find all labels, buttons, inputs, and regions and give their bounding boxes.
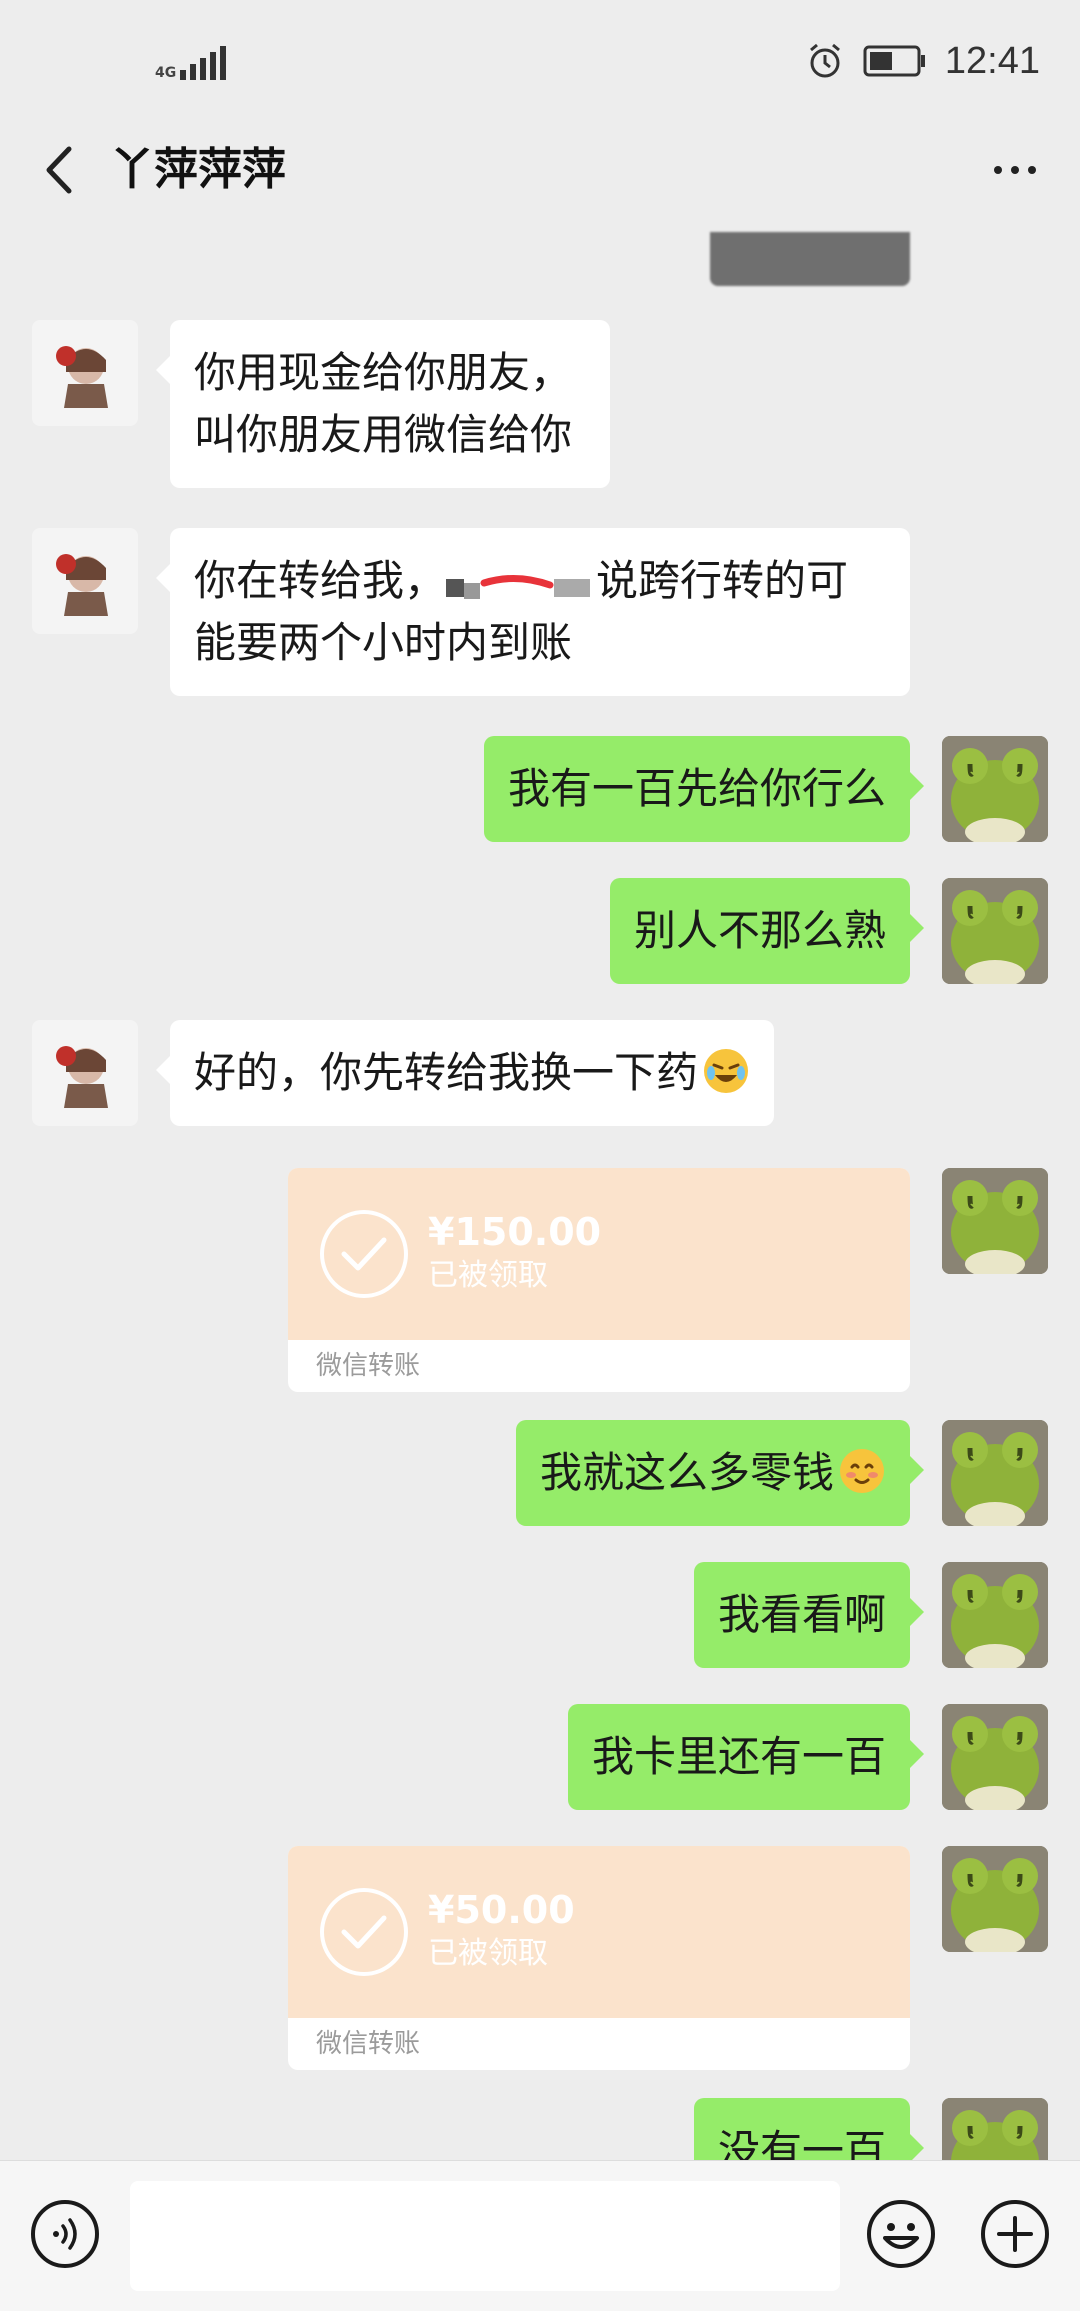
chat-title: 丫萍萍萍 bbox=[110, 144, 286, 195]
transfer-footer: 微信转账 bbox=[316, 1351, 421, 1381]
chat-message-list[interactable]: 你用现金给你朋友，叫你朋友用微信给你 你在转给我， 说跨行转的可能要两个小时内到… bbox=[0, 220, 1080, 2160]
plus-icon bbox=[981, 2200, 1049, 2268]
more-functions-button[interactable] bbox=[976, 2195, 1054, 2273]
contact-avatar[interactable] bbox=[32, 320, 138, 426]
message-text: 你在转给我， bbox=[194, 556, 447, 605]
my-avatar[interactable] bbox=[942, 878, 1048, 984]
crying-laughing-emoji bbox=[704, 1049, 749, 1093]
more-dots-icon bbox=[994, 166, 1002, 174]
transfer-footer: 微信转账 bbox=[316, 2029, 421, 2059]
status-right: 12:41 bbox=[805, 36, 1040, 86]
my-avatar[interactable] bbox=[942, 1704, 1048, 1810]
my-avatar[interactable] bbox=[942, 1168, 1048, 1274]
chat-header: 丫萍萍萍 bbox=[0, 120, 1080, 220]
transfer-card-body: ¥150.00 已被领取 bbox=[288, 1168, 910, 1340]
status-bar: 4G 12:41 bbox=[0, 0, 1080, 120]
check-circle-icon bbox=[320, 1210, 408, 1298]
message-bubble-outgoing[interactable]: 我看看啊 bbox=[693, 1562, 925, 1668]
back-button[interactable] bbox=[30, 142, 86, 198]
redacted-area bbox=[446, 564, 596, 604]
my-avatar[interactable] bbox=[942, 1562, 1048, 1668]
emoji-icon bbox=[867, 2200, 935, 2268]
network-type: 4G bbox=[155, 65, 177, 81]
contact-avatar[interactable] bbox=[32, 1020, 138, 1126]
message-bubble-outgoing[interactable]: 我卡里还有一百 bbox=[567, 1704, 925, 1810]
signal-indicator: 4G bbox=[155, 40, 227, 81]
my-avatar[interactable] bbox=[942, 1420, 1048, 1526]
message-bubble-incoming[interactable]: 你在转给我， 说跨行转的可能要两个小时内到账 bbox=[156, 528, 910, 696]
message-bubble-incoming[interactable]: 你用现金给你朋友，叫你朋友用微信给你 bbox=[156, 320, 610, 488]
message-text: 好的，你先转给我换一下药 bbox=[194, 1048, 699, 1097]
my-avatar[interactable] bbox=[942, 2098, 1048, 2160]
voice-icon bbox=[31, 2200, 99, 2268]
message-bubble-outgoing[interactable]: 没有一百 bbox=[693, 2098, 925, 2160]
message-bubble-outgoing[interactable]: 别人不那么熟 bbox=[609, 878, 925, 984]
battery-icon bbox=[863, 45, 925, 77]
message-bubble-incoming[interactable]: 好的，你先转给我换一下药 bbox=[155, 1020, 775, 1126]
transfer-status: 已被领取 bbox=[428, 1258, 548, 1293]
message-bubble-outgoing[interactable]: 我就这么多零钱 bbox=[515, 1420, 925, 1526]
transfer-card[interactable]: ¥50.00 已被领取 微信转账 bbox=[288, 1846, 910, 2070]
my-avatar[interactable] bbox=[942, 1846, 1048, 1952]
chevron-left-icon bbox=[46, 146, 72, 194]
transfer-card-body: ¥50.00 已被领取 bbox=[288, 1846, 910, 2018]
message-input[interactable] bbox=[130, 2181, 840, 2291]
transfer-amount: ¥50.00 bbox=[428, 1888, 575, 1932]
transfer-card[interactable]: ¥150.00 已被领取 微信转账 bbox=[288, 1168, 910, 1392]
signal-bars-icon bbox=[180, 46, 227, 80]
contact-avatar[interactable] bbox=[32, 528, 138, 634]
transfer-status: 已被领取 bbox=[428, 1936, 548, 1971]
voice-button[interactable] bbox=[26, 2195, 104, 2273]
input-bar bbox=[0, 2160, 1080, 2311]
cropped-message-bubble bbox=[710, 232, 910, 286]
message-text: 我就这么多零钱 bbox=[539, 1448, 834, 1497]
clock: 12:41 bbox=[944, 39, 1040, 82]
smiling-blush-emoji bbox=[840, 1449, 884, 1493]
message-bubble-outgoing[interactable]: 我有一百先给你行么 bbox=[483, 736, 925, 842]
alarm-icon bbox=[809, 43, 840, 78]
more-button[interactable] bbox=[980, 150, 1050, 190]
my-avatar[interactable] bbox=[942, 736, 1048, 842]
check-circle-icon bbox=[320, 1888, 408, 1976]
transfer-amount: ¥150.00 bbox=[428, 1210, 602, 1254]
emoji-button[interactable] bbox=[862, 2195, 940, 2273]
